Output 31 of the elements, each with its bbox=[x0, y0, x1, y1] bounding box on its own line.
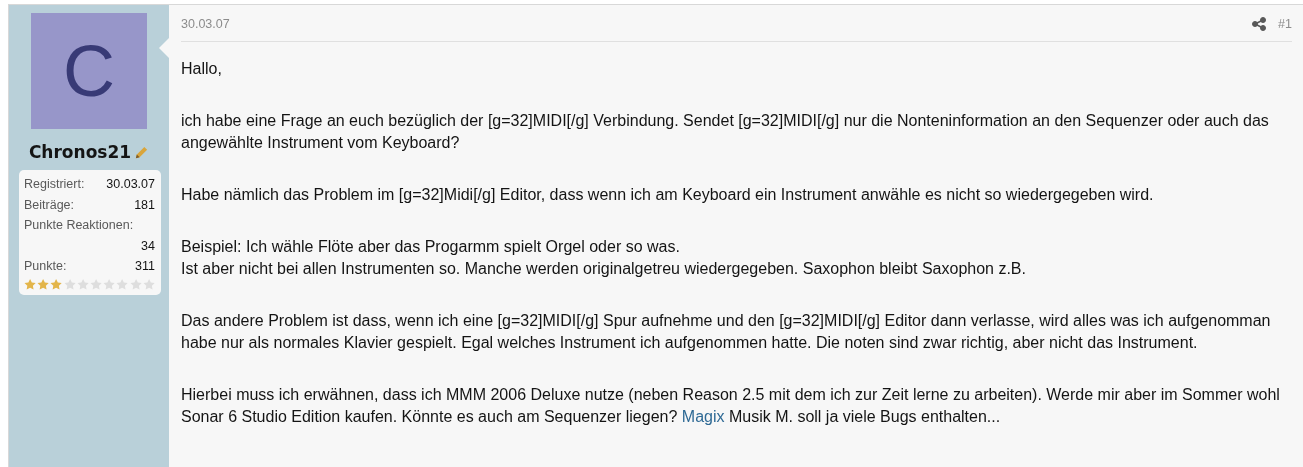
text-link[interactable]: Magix bbox=[681, 408, 725, 425]
star-icon bbox=[63, 277, 76, 291]
pencil-icon bbox=[134, 144, 150, 160]
post-paragraph: Beispiel: Ich wähle Flöte aber das Progarmm spielt Orgel oder so was. Ist aber nicht bei allen Instrumenten so. Manche werden originalgetreu wiedergegeben. Saxophon bleibt Saxophon z.B. bbox=[181, 237, 1027, 279]
post-paragraph: Hierbei muss ich erwähnen, dass ich MMM 2006 Deluxe nutze (neben Reason 2.5 mit dem ich zur Zeit lerne zu arbeiten). Werde mir aber im Sommer wohl Sonar 6 Studio Edition kaufen. Könnte es auch am Sequenzer liegen? Magix Musik M. soll ja viele Bugs enthalten... bbox=[181, 385, 1281, 427]
star-icon bbox=[76, 277, 89, 291]
stat-label: Beiträge: bbox=[24, 196, 75, 214]
star-icon bbox=[50, 277, 63, 291]
post-paragraph: Das andere Problem ist dass, wenn ich eine [g=32]MIDI[/g] Spur aufnehme und den [g=32]MIDI[/g] Editor dann verlasse, wird alles was ich aufgenomman habe nur als normales Klavier gespielt. Egal welches Instrument ich aufgenommen hatte. Die noten sind zwar richtig, aber nicht das Instrument. bbox=[181, 311, 1272, 353]
stat-label: Punkte: bbox=[24, 258, 67, 275]
star-icon bbox=[116, 277, 129, 291]
post-date[interactable]: 30.03.07 bbox=[181, 16, 230, 31]
star-icon bbox=[129, 277, 142, 291]
star-icon bbox=[24, 277, 37, 291]
stat-label: Registriert: bbox=[24, 176, 85, 193]
post-paragraph: Hallo, bbox=[181, 59, 223, 79]
stat-value: 181 bbox=[134, 196, 155, 214]
stat-value: 34 bbox=[140, 237, 155, 255]
avatar[interactable]: C bbox=[31, 13, 147, 129]
star-icon bbox=[37, 277, 50, 291]
stat-value: 30.03.07 bbox=[106, 176, 155, 193]
post-paragraph: ich habe eine Frage an euch bezüglich der [g=32]MIDI[/g] Verbindung. Sendet [g=32]MIDI[/g] nur die Nonteninformation an den Sequenzer oder auch das angewählte Instrument vom Keyboard? bbox=[181, 111, 1270, 153]
post-paragraph: Habe nämlich das Problem im [g=32]Midi[/g] Editor, dass wenn ich am Keyboard ein Instrument anwähle es nicht so wiedergegeben wird. bbox=[181, 185, 1155, 205]
post-number[interactable]: #1 bbox=[1278, 16, 1292, 31]
star-icon bbox=[103, 277, 116, 291]
stat-value: 311 bbox=[135, 258, 155, 275]
share-icon[interactable] bbox=[1252, 16, 1267, 31]
star-icon bbox=[90, 277, 103, 291]
star-icon bbox=[142, 277, 156, 291]
stat-label: Punkte Reaktionen: bbox=[24, 218, 134, 232]
username[interactable]: Chronos21 bbox=[28, 142, 132, 162]
